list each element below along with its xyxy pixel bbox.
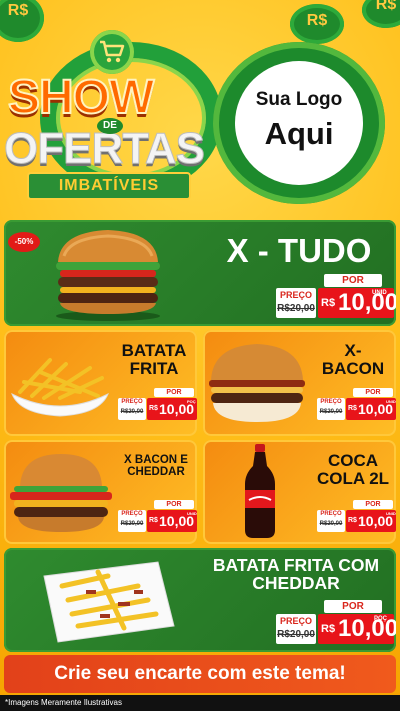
new-price-box: R$ 10,00 POÇ: [318, 614, 396, 644]
product-name-line2: CHEDDAR: [127, 466, 185, 479]
currency: R$: [321, 297, 336, 309]
preco-label: PREÇO: [121, 399, 143, 405]
product-name-line1: BATATA: [121, 341, 187, 360]
product-name: BATATA FRITA COM CHEDDAR: [200, 556, 392, 593]
coin-decoration: R$: [290, 4, 344, 44]
product-card-batata-frita[interactable]: BATATA FRITA POR PREÇO R$20,00 R$ 10,00 …: [4, 330, 197, 436]
price-tag: POR PREÇO R$20,00 R$ 10,00 UNID: [118, 500, 197, 536]
por-label: POR: [324, 274, 382, 287]
por-label: POR: [324, 600, 382, 613]
coin-decoration: R$: [362, 0, 400, 28]
product-name-line2: FRITA: [129, 358, 179, 378]
cta-banner[interactable]: Crie seu encarte com este tema!: [4, 655, 396, 693]
product-name: COCA COLA 2L: [311, 452, 395, 488]
price-tag: POR PREÇO R$20,00 R$ 10,00 POÇ: [276, 600, 396, 650]
soda-bottle-image: [245, 444, 275, 538]
price-unit: POÇ: [187, 399, 196, 404]
old-price-box: PREÇO R$20,00: [317, 510, 345, 532]
header: R$ R$ R$ SHOW OFERTAS DE IMBATÍVEIS Sua …: [0, 0, 400, 215]
footer-disclaimer: *Imagens Meramente Ilustrativas: [0, 695, 400, 711]
preco-label: PREÇO: [121, 511, 143, 517]
old-price-box: PREÇO R$20,00: [276, 614, 316, 644]
product-name-line1: COCA: [327, 451, 379, 470]
product-name-line2: COLA 2L: [316, 468, 390, 488]
price-tag: POR PREÇO R$20,00 R$ 10,00 UNID: [276, 274, 396, 324]
product-name-line2: CHEDDAR: [252, 573, 340, 594]
price-unit: UNID: [187, 511, 197, 516]
title-imbativeis: IMBATÍVEIS: [27, 172, 191, 200]
price-unit: UNID: [372, 290, 387, 296]
currency: R$: [321, 623, 336, 635]
por-label: POR: [154, 500, 194, 509]
old-price-box: PREÇO R$20,00: [276, 288, 316, 318]
currency: R$: [149, 517, 158, 524]
coin-decoration: R$: [0, 0, 44, 42]
preco-label: PREÇO: [320, 399, 342, 405]
old-price: R$20,00: [319, 521, 343, 527]
price-unit: UNID: [386, 511, 396, 516]
por-label: POR: [353, 500, 393, 509]
new-price-box: R$ 10,00 POÇ: [147, 398, 197, 420]
preco-label: PREÇO: [320, 511, 342, 517]
product-card-x-bacon[interactable]: X- BACON POR PREÇO R$20,00 R$ 10,00 UNID: [203, 330, 396, 436]
product-name-line1: X BACON E: [124, 454, 188, 466]
old-price: R$20,00: [277, 303, 315, 314]
por-label: POR: [154, 388, 194, 397]
new-price-box: R$ 10,00 UNID: [147, 510, 197, 532]
cheddar-burger-image: [10, 454, 112, 532]
preco-label: PREÇO: [279, 616, 312, 626]
price-unit: UNID: [386, 399, 396, 404]
logo-text-line2: Aqui: [264, 116, 334, 151]
old-price-box: PREÇO R$20,00: [317, 398, 345, 420]
product-card-batata-cheddar[interactable]: BATATA FRITA COM CHEDDAR POR PREÇO R$20,…: [4, 548, 396, 652]
old-price: R$20,00: [120, 521, 144, 527]
discount-badge: -50%: [8, 232, 40, 252]
product-name: X BACON E CHEDDAR: [116, 454, 196, 478]
logo-text-line1: Sua Logo: [255, 89, 343, 110]
price-tag: POR PREÇO R$20,00 R$ 10,00 UNID: [317, 500, 396, 536]
por-label: POR: [353, 388, 393, 397]
bacon-burger-image: [209, 344, 305, 422]
title-show: SHOW: [7, 70, 155, 125]
product-name-line1: BATATA FRITA COM: [212, 555, 380, 575]
new-price-box: R$ 10,00 UNID: [346, 510, 396, 532]
logo-circle: Sua Logo Aqui: [235, 61, 363, 185]
coin-symbol: R$: [7, 2, 29, 19]
new-price-box: R$ 10,00 UNID: [318, 288, 396, 318]
product-name: BATATA FRITA: [112, 342, 196, 378]
price-tag: POR PREÇO R$20,00 R$ 10,00 UNID: [317, 388, 396, 424]
cart-badge: [90, 30, 134, 74]
product-name-line2: BACON: [321, 358, 385, 378]
old-price-box: PREÇO R$20,00: [118, 398, 146, 420]
product-card-x-bacon-cheddar[interactable]: X BACON E CHEDDAR POR PREÇO R$20,00 R$ 1…: [4, 440, 197, 544]
price-value: 10,00: [338, 615, 396, 642]
price-tag: POR PREÇO R$20,00 R$ 10,00 POÇ: [118, 388, 197, 424]
old-price: R$20,00: [277, 629, 315, 640]
currency: R$: [348, 405, 357, 412]
price-unit: POÇ: [374, 616, 388, 622]
logo-placeholder[interactable]: Sua Logo Aqui: [213, 42, 385, 204]
product-card-x-tudo[interactable]: X - TUDO POR PREÇO R$20,00 R$ 10,00 UNID: [4, 220, 396, 326]
product-card-coca-cola[interactable]: COCA COLA 2L POR PREÇO R$20,00 R$ 10,00 …: [203, 440, 396, 544]
currency: R$: [149, 405, 158, 412]
burger-image: [56, 230, 160, 321]
preco-label: PREÇO: [279, 290, 312, 300]
title-de: DE: [97, 118, 123, 134]
product-name: X- BACON: [311, 342, 395, 378]
coin-symbol: R$: [306, 12, 328, 29]
price-value: 10,00: [338, 289, 396, 316]
old-price: R$20,00: [120, 409, 144, 415]
product-name: X - TUDO: [226, 232, 372, 269]
fries-image: [11, 358, 109, 417]
old-price-box: PREÇO R$20,00: [118, 510, 146, 532]
currency: R$: [348, 517, 357, 524]
new-price-box: R$ 10,00 UNID: [346, 398, 396, 420]
cheddar-fries-image: [43, 561, 175, 643]
coin-symbol: R$: [375, 0, 397, 13]
cart-icon: [100, 40, 125, 63]
product-name-line1: X-: [344, 341, 362, 360]
old-price: R$20,00: [319, 409, 343, 415]
